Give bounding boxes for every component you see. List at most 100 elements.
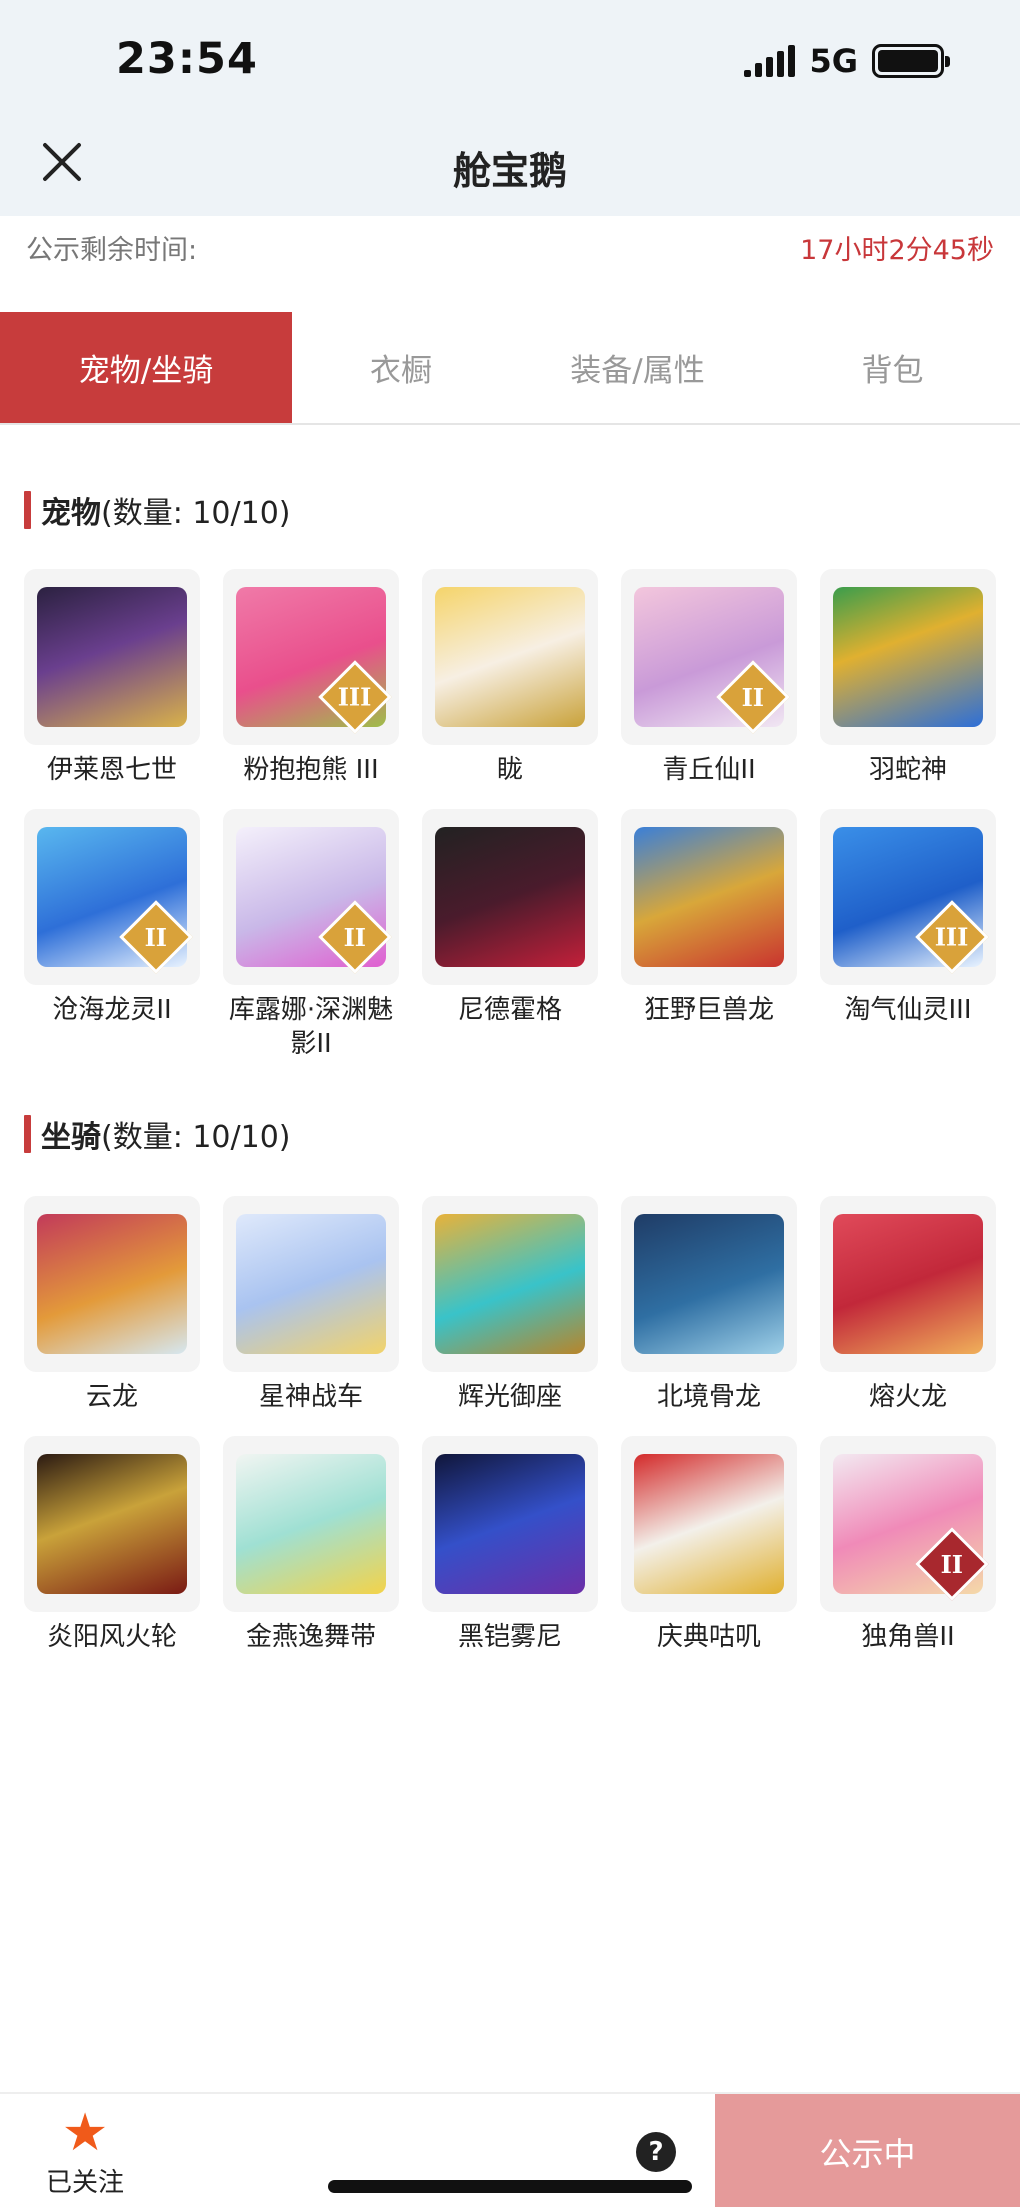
pet-item[interactable]: III 粉抱抱熊 III	[223, 569, 399, 787]
mount-name: 庆典咕叽	[656, 1622, 761, 1652]
network-label: 5G	[809, 42, 858, 80]
pet-item[interactable]: 狂野巨兽龙	[621, 809, 797, 1061]
pets-title: 宠物	[41, 496, 101, 531]
pet-thumbnail: III	[223, 569, 399, 745]
mount-thumbnail	[820, 1196, 996, 1372]
pet-thumbnail: II	[621, 569, 797, 745]
pet-name: 沧海龙灵II	[52, 995, 172, 1025]
status-button[interactable]: 公示中	[715, 2094, 1020, 2207]
tier-badge-text: III	[935, 922, 969, 952]
mount-portrait-icon	[236, 1214, 386, 1354]
mount-item[interactable]: 云龙	[24, 1196, 200, 1414]
pet-name: 淘气仙灵III	[844, 995, 972, 1025]
pet-item[interactable]: II 沧海龙灵II	[24, 809, 200, 1061]
countdown-row: 公示剩余时间: 17小时2分45秒	[0, 216, 1020, 312]
mount-thumbnail	[422, 1436, 598, 1612]
mount-thumbnail	[24, 1196, 200, 1372]
pet-portrait-icon	[435, 827, 585, 967]
pet-name: 尼德霍格	[457, 995, 562, 1025]
mount-name: 金燕逸舞带	[245, 1622, 376, 1652]
mount-portrait-icon	[634, 1454, 784, 1594]
mount-item[interactable]: 炎阳风火轮	[24, 1436, 200, 1654]
pet-item[interactable]: II 青丘仙II	[621, 569, 797, 787]
mount-portrait-icon	[634, 1214, 784, 1354]
pet-thumbnail	[621, 809, 797, 985]
pet-thumbnail	[422, 809, 598, 985]
mounts-title: 坐骑	[41, 1120, 101, 1155]
mount-item[interactable]: 北境骨龙	[621, 1196, 797, 1414]
follow-label: 已关注	[45, 2168, 124, 2198]
mount-name: 炎阳风火轮	[46, 1622, 177, 1652]
mounts-count: (数量: 10/10)	[101, 1120, 291, 1155]
mount-thumbnail	[223, 1196, 399, 1372]
pet-item[interactable]: 羽蛇神	[820, 569, 996, 787]
pet-name: 伊莱恩七世	[46, 755, 177, 785]
mount-name: 辉光御座	[457, 1382, 562, 1412]
status-time: 23:54	[116, 34, 258, 84]
section-marker	[24, 491, 31, 529]
mount-thumbnail	[24, 1436, 200, 1612]
mount-name: 黑铠雾尼	[457, 1622, 562, 1652]
mount-item[interactable]: 星神战车	[223, 1196, 399, 1414]
countdown-label: 公示剩余时间:	[26, 235, 198, 266]
mount-thumbnail	[621, 1196, 797, 1372]
pet-name: 眬	[496, 755, 523, 785]
mount-name: 星神战车	[258, 1382, 363, 1412]
pet-portrait-icon	[37, 587, 187, 727]
pet-thumbnail: II	[223, 809, 399, 985]
mount-item[interactable]: 黑铠雾尼	[422, 1436, 598, 1654]
pet-item[interactable]: III 淘气仙灵III	[820, 809, 996, 1061]
tab-equipment[interactable]: 装备/属性	[510, 312, 765, 423]
home-indicator	[328, 2180, 692, 2193]
mount-name: 独角兽II	[861, 1622, 955, 1652]
star-icon: ★	[61, 2103, 109, 2163]
tier-badge-text: II	[741, 682, 765, 712]
pet-thumbnail: III	[820, 809, 996, 985]
mount-item[interactable]: 庆典咕叽	[621, 1436, 797, 1654]
mount-thumbnail	[621, 1436, 797, 1612]
pet-thumbnail	[820, 569, 996, 745]
tier-badge-text: III	[338, 682, 372, 712]
pet-thumbnail	[24, 569, 200, 745]
mount-portrait-icon	[435, 1214, 585, 1354]
mount-portrait-icon	[435, 1454, 585, 1594]
pet-item[interactable]: 尼德霍格	[422, 809, 598, 1061]
mount-thumbnail	[223, 1436, 399, 1612]
mount-portrait-icon	[236, 1454, 386, 1594]
pet-name: 青丘仙II	[662, 755, 756, 785]
tier-badge-text: II	[343, 922, 367, 952]
page-title: 舱宝鹅	[452, 149, 567, 193]
help-icon[interactable]: ?	[636, 2132, 676, 2172]
pet-portrait-icon	[435, 587, 585, 727]
pets-grid: 伊莱恩七世 III 粉抱抱熊 III 眬 II 青丘仙II 羽蛇神 II 沧海龙灵II II 库露娜…	[24, 569, 1000, 1061]
signal-icon	[744, 45, 796, 77]
tab-pets-mounts[interactable]: 宠物/坐骑	[0, 312, 292, 423]
mount-name: 云龙	[85, 1382, 138, 1412]
mount-portrait-icon	[37, 1214, 187, 1354]
pet-thumbnail: II	[24, 809, 200, 985]
pet-name: 粉抱抱熊 III	[243, 755, 379, 785]
pet-portrait-icon	[634, 827, 784, 967]
pet-item[interactable]: 伊莱恩七世	[24, 569, 200, 787]
pet-name: 库露娜·深渊魅影II	[228, 995, 394, 1059]
pet-item[interactable]: II 库露娜·深渊魅影II	[223, 809, 399, 1061]
tier-badge-text: II	[940, 1549, 964, 1579]
battery-icon	[872, 44, 950, 78]
tab-wardrobe[interactable]: 衣橱	[292, 312, 510, 423]
mount-thumbnail: II	[820, 1436, 996, 1612]
pet-item[interactable]: 眬	[422, 569, 598, 787]
mount-portrait-icon	[37, 1454, 187, 1594]
follow-button[interactable]: ★ 已关注	[30, 2106, 140, 2199]
mount-name: 熔火龙	[868, 1382, 947, 1412]
pet-name: 羽蛇神	[868, 755, 947, 785]
mount-thumbnail	[422, 1196, 598, 1372]
bottom-bar: ★ 已关注 ? 公示中	[0, 2092, 1020, 2207]
mount-item[interactable]: 辉光御座	[422, 1196, 598, 1414]
mount-item[interactable]: 金燕逸舞带	[223, 1436, 399, 1654]
mounts-grid: 云龙 星神战车 辉光御座 北境骨龙 熔火龙炎阳风火轮 金燕逸舞带 黑铠雾尼 庆典咕叽 II 独角兽…	[24, 1196, 1000, 1654]
mount-item[interactable]: 熔火龙	[820, 1196, 996, 1414]
page: 23:54 5G 舱宝鹅 公示剩余时间: 17小时2分45秒 宠物/坐骑 衣橱 …	[0, 0, 1020, 2207]
mount-item[interactable]: II 独角兽II	[820, 1436, 996, 1654]
tab-backpack[interactable]: 背包	[765, 312, 1020, 423]
tab-bar: 宠物/坐骑 衣橱 装备/属性 背包	[0, 312, 1020, 425]
